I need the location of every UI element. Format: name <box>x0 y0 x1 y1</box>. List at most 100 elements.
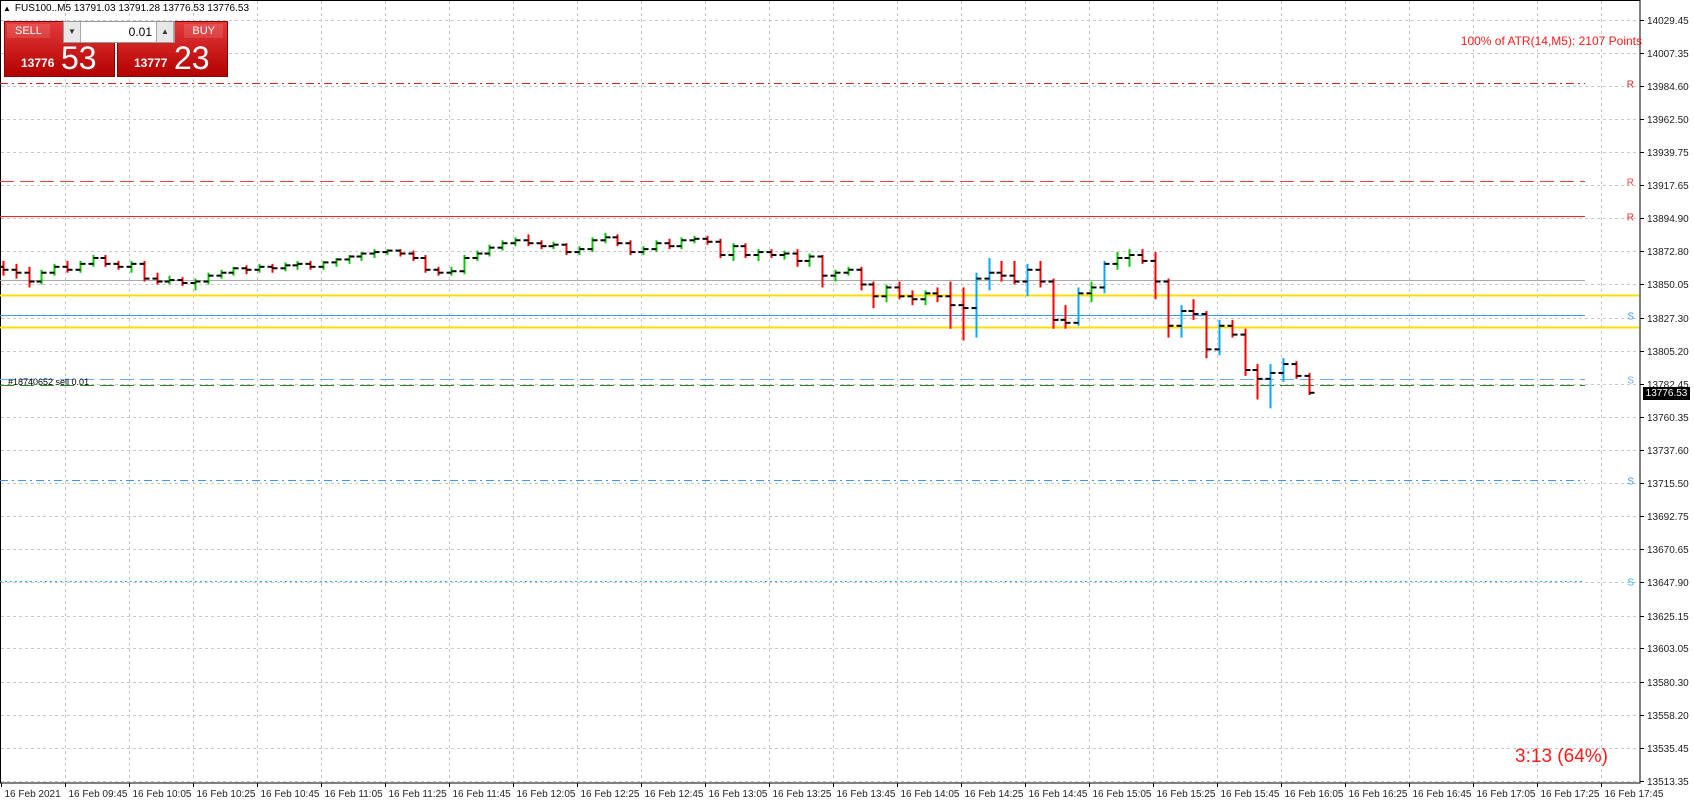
ohlc-bar <box>177 277 188 286</box>
collapse-triangle-icon[interactable]: ▲ <box>3 4 11 13</box>
ohlc-bar <box>740 243 751 258</box>
ohlc-bar <box>126 260 137 273</box>
price-tick-label: 13513.35 <box>1647 777 1689 788</box>
price-tick-label: 13760.35 <box>1647 413 1689 424</box>
sell-price-major: 13776 <box>21 56 55 70</box>
ohlc-bar <box>1265 364 1276 409</box>
ohlc-bar <box>280 262 291 272</box>
ohlc-bar <box>408 250 419 261</box>
ohlc-bar <box>267 263 278 273</box>
ohlc-bar <box>1252 364 1263 400</box>
order-line-label[interactable]: #18740652 sell 0.01 <box>8 377 89 387</box>
ohlc-bar <box>523 234 534 247</box>
bar-timer-text: 3:13 (64%) <box>1515 746 1608 767</box>
ohlc-bar <box>536 240 547 250</box>
price-tick-label: 13850.05 <box>1647 280 1689 291</box>
price-tick-label: 13625.15 <box>1647 612 1689 623</box>
time-tick-label: 16 Feb 10:25 <box>197 789 256 800</box>
time-tick-label: 16 Feb 13:45 <box>837 789 896 800</box>
price-chart[interactable]: R R R S S S S 14029.45 14007.35 13984.60 13962.50… <box>0 0 1694 807</box>
time-tick-label: 16 Feb 16:05 <box>1285 789 1344 800</box>
ohlc-bar <box>830 269 841 282</box>
ohlc-bar <box>664 238 675 250</box>
symbol-info: ▲ FUS100..M5 13791.03 13791.28 13776.53 1… <box>3 3 249 14</box>
time-tick-label: 16 Feb 15:45 <box>1221 789 1280 800</box>
price-tick-label: 13580.30 <box>1647 678 1689 689</box>
ohlc-bar <box>331 257 342 267</box>
ohlc-bar <box>228 266 239 276</box>
ohlc-bar <box>510 237 521 247</box>
ohlc-bar <box>1227 319 1238 338</box>
time-tick-label: 16 Feb 16:25 <box>1349 789 1408 800</box>
time-tick-label: 16 Feb 14:05 <box>901 789 960 800</box>
ohlc-bar <box>88 255 99 267</box>
ohlc-bar <box>856 266 867 291</box>
price-axis: 14029.45 14007.35 13984.60 13962.50 13939.75… <box>1640 16 1689 788</box>
level-label: S <box>1627 312 1634 323</box>
ohlc-bar <box>753 249 764 261</box>
price-tick-label: 13692.75 <box>1647 512 1689 523</box>
ohlc-bar <box>574 246 585 256</box>
one-click-trading-panel: SELL 13776 53 BUY 13777 23 ▼ ▲ <box>4 21 228 77</box>
ohlc-bar <box>600 232 611 244</box>
ohlc-bar <box>472 250 483 261</box>
ohlc-bar <box>728 243 739 261</box>
price-tick-label: 13984.60 <box>1647 82 1689 93</box>
ohlc-bar <box>344 255 355 264</box>
time-tick-label: 16 Feb 12:05 <box>517 789 576 800</box>
ohlc-bar <box>1073 287 1084 326</box>
chart-window[interactable]: R R R S S S S 14029.45 14007.35 13984.60 13962.50… <box>0 0 1694 807</box>
lot-size-stepper[interactable]: ▼ ▲ <box>63 21 175 43</box>
ohlc-bar <box>984 257 995 291</box>
ohlc-bar <box>497 240 508 251</box>
ohlc-bar <box>1150 252 1161 300</box>
price-tick-label: 13939.75 <box>1647 148 1689 159</box>
sell-price-minor: 53 <box>61 40 97 76</box>
ohlc-bar <box>1048 278 1059 329</box>
price-tick-label: 13827.30 <box>1647 314 1689 325</box>
ohlc-bar <box>369 249 380 258</box>
atr-indicator-text: 100% of ATR(14,M5): 2107 Points <box>1460 34 1642 48</box>
lot-decrease-icon[interactable]: ▼ <box>64 22 81 42</box>
price-tick-label: 13647.90 <box>1647 578 1689 589</box>
current-price-tag: 13776.53 <box>1643 387 1690 400</box>
buy-label: BUY <box>184 24 223 38</box>
ohlc-bar <box>625 240 636 256</box>
symbol-ohlc-text: FUS100..M5 13791.03 13791.28 13776.53 13… <box>14 3 250 14</box>
ohlc-bar <box>305 260 316 270</box>
time-tick-label: 16 Feb 12:25 <box>581 789 640 800</box>
ohlc-bar <box>395 249 406 257</box>
time-tick-label: 16 Feb 15:25 <box>1157 789 1216 800</box>
time-tick-label: 16 Feb 2021 <box>5 789 62 800</box>
ohlc-bar <box>766 249 777 258</box>
ohlc-bar <box>1060 305 1071 329</box>
time-tick-label: 16 Feb 17:05 <box>1477 789 1536 800</box>
ohlc-bar <box>420 255 431 273</box>
price-tick-label: 14007.35 <box>1647 49 1689 60</box>
ohlc-bar <box>1291 361 1302 379</box>
ohlc-bar <box>715 238 726 258</box>
plot-border <box>0 0 1641 784</box>
price-tick-label: 13603.05 <box>1647 644 1689 655</box>
price-tick-label: 13558.20 <box>1647 711 1689 722</box>
ohlc-bar <box>920 290 931 306</box>
ohlc-bar <box>1035 260 1046 288</box>
ohlc-bar <box>1099 260 1110 294</box>
time-tick-label: 16 Feb 16:45 <box>1413 789 1472 800</box>
ohlc-bar <box>817 255 828 288</box>
ohlc-bar <box>433 266 444 276</box>
price-tick-label: 14029.45 <box>1647 16 1689 27</box>
lot-increase-icon[interactable]: ▲ <box>156 22 174 42</box>
ohlc-bar <box>1278 358 1289 382</box>
time-tick-label: 16 Feb 13:05 <box>709 789 768 800</box>
time-tick-label: 16 Feb 14:25 <box>965 789 1024 800</box>
price-tick-label: 13670.65 <box>1647 545 1689 556</box>
ohlc-bar <box>75 260 86 273</box>
ohlc-bar <box>945 281 956 329</box>
price-bars <box>0 232 1315 409</box>
lot-size-input[interactable] <box>82 22 156 42</box>
ohlc-bar <box>318 260 329 270</box>
time-tick-label: 16 Feb 10:45 <box>261 789 320 800</box>
ohlc-bar <box>446 266 457 276</box>
chart-grid <box>0 0 1641 784</box>
